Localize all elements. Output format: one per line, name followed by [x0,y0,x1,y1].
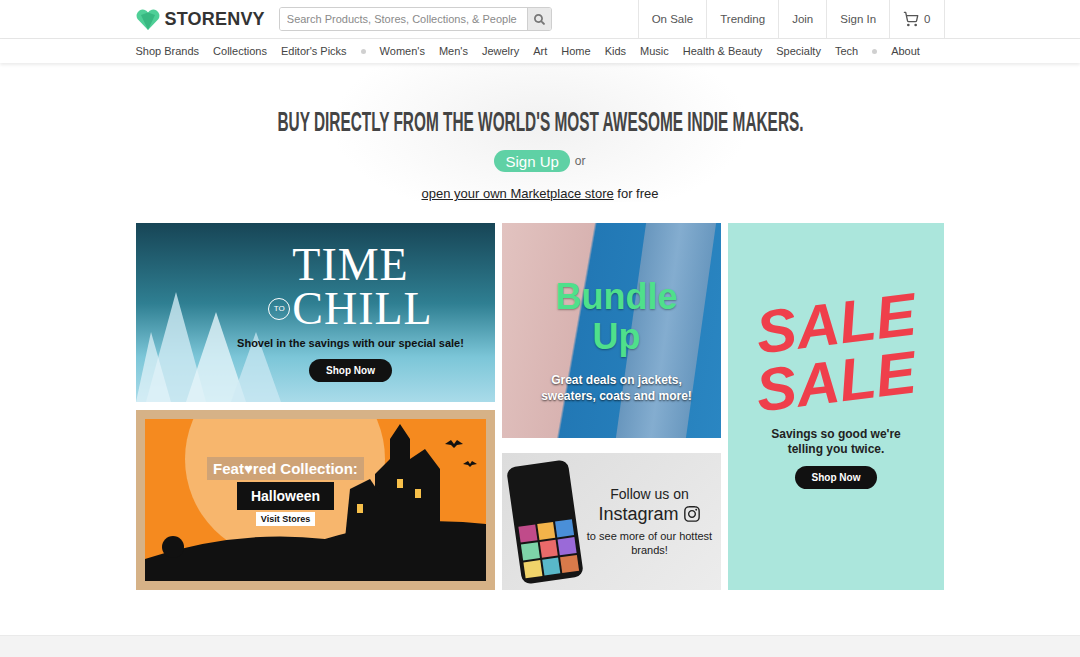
category-link[interactable]: Women's [380,45,425,57]
featured-label: Feat♥red Collection: [207,457,364,480]
open-store-text: open your own Marketplace store for free [421,186,658,202]
phone-tile [558,537,577,555]
banner-column: BundleUp Great deals on jackets, sweaters… [502,223,721,590]
hero-heading: BUY DIRECTLY FROM THE WORLD'S MOST AWESO… [0,106,1080,138]
signup-button[interactable]: Sign Up [494,150,569,172]
winter-title: TIME [292,243,408,287]
top-bar: STORENVY On SaleTrendingJoinSign In 0 [0,0,1080,39]
category-link[interactable]: Music [640,45,669,57]
account-nav: On SaleTrendingJoinSign In 0 [638,0,945,38]
halloween-title: Halloween [237,482,334,510]
shop-now-button[interactable]: Shop Now [795,466,878,489]
search-form [279,7,552,31]
phone-tile [537,521,556,539]
category-link[interactable]: Kids [605,45,626,57]
category-list: Shop Brands Collections Editor's Picks Wome… [136,39,945,63]
search-button[interactable] [527,8,551,30]
magnifier-icon [534,14,545,25]
winter-banner[interactable]: TIMETOCHILL Shovel in the savings with ou… [136,223,495,402]
sale-title: SALE [753,343,919,420]
cart-count: 0 [924,13,930,25]
banner-column: TIMETOCHILL Shovel in the savings with ou… [136,223,495,590]
phone-tile [560,554,579,572]
instagram-text: Follow us onInstagram to see more of our … [584,486,715,558]
category-separator [361,49,366,54]
open-store-link[interactable]: open your own Marketplace store [421,186,613,201]
nav-link[interactable]: Trending [706,0,778,38]
shop-now-button[interactable]: Shop Now [309,359,392,382]
category-link[interactable]: Editor's Picks [281,45,347,57]
banner-grid: TIMETOCHILL Shovel in the savings with ou… [136,223,944,590]
category-link[interactable]: About [891,45,920,57]
bundle-subtitle: Great deals on jackets, sweaters, coats … [534,373,699,404]
winter-subtitle: Shovel in the savings with our special s… [237,337,464,351]
heart-logo-icon [136,9,160,30]
category-separator [872,49,877,54]
category-link[interactable]: Shop Brands [136,45,200,57]
bundle-banner[interactable]: BundleUp Great deals on jackets, sweaters… [502,223,721,438]
instagram-lead: Follow us on [610,486,689,502]
or-text: or [575,154,586,168]
cart-icon [903,11,919,27]
category-link[interactable]: Jewelry [482,45,519,57]
phone-tile [521,542,540,560]
category-link[interactable]: Collections [213,45,267,57]
sale-subtitle: Savings so good we're telling you twice. [756,427,916,457]
category-link[interactable]: Men's [439,45,468,57]
instagram-banner[interactable]: Follow us onInstagram to see more of our … [502,453,721,590]
winter-title-2: CHILL [292,287,432,331]
top-bar-inner: STORENVY On SaleTrendingJoinSign In 0 [136,0,945,38]
instagram-subtitle: to see more of our hottest brands! [584,529,715,558]
phone-tile [542,557,561,575]
category-link[interactable]: Specialty [776,45,821,57]
nav-link[interactable]: On Sale [638,0,707,38]
bundle-title: Up [593,317,641,357]
halloween-banner[interactable]: Feat♥red Collection:Halloween Visit Store… [136,410,495,590]
nav-link[interactable]: Sign In [826,0,889,38]
phone-tile [555,519,574,537]
search-input[interactable] [280,8,527,30]
category-link[interactable]: Home [561,45,590,57]
winter-connector: TO [268,298,290,320]
nav-link[interactable]: Join [778,0,826,38]
hero: BUY DIRECTLY FROM THE WORLD'S MOST AWESO… [0,63,1080,202]
category-link[interactable]: Health & Beauty [683,45,763,57]
banner-column: SALESALESavings so good we're telling yo… [728,223,944,590]
logo[interactable]: STORENVY [136,9,265,30]
sale-banner[interactable]: SALESALESavings so good we're telling yo… [728,223,944,590]
halloween-panel: Feat♥red Collection:Halloween Visit Store… [145,419,486,581]
logo-text: STORENVY [165,9,265,30]
category-link[interactable]: Art [533,45,547,57]
phone-tile [523,560,542,578]
phone-photo [506,459,584,584]
cart-link[interactable]: 0 [889,0,944,38]
footer [0,635,1080,657]
winter-title-row: TOCHILL [268,287,432,331]
page: STORENVY On SaleTrendingJoinSign In 0 Shop … [0,0,1080,657]
category-link[interactable]: Tech [835,45,858,57]
signup-row: Sign Up or [494,150,585,172]
category-bar: Shop Brands Collections Editor's Picks Wome… [0,39,1080,63]
instagram-icon [683,505,701,523]
phone-tile [539,539,558,557]
phone-tile [518,524,537,542]
instagram-name: Instagram [598,502,700,526]
visit-stores-button[interactable]: Visit Stores [256,512,315,526]
bundle-title: Bundle [556,277,678,317]
